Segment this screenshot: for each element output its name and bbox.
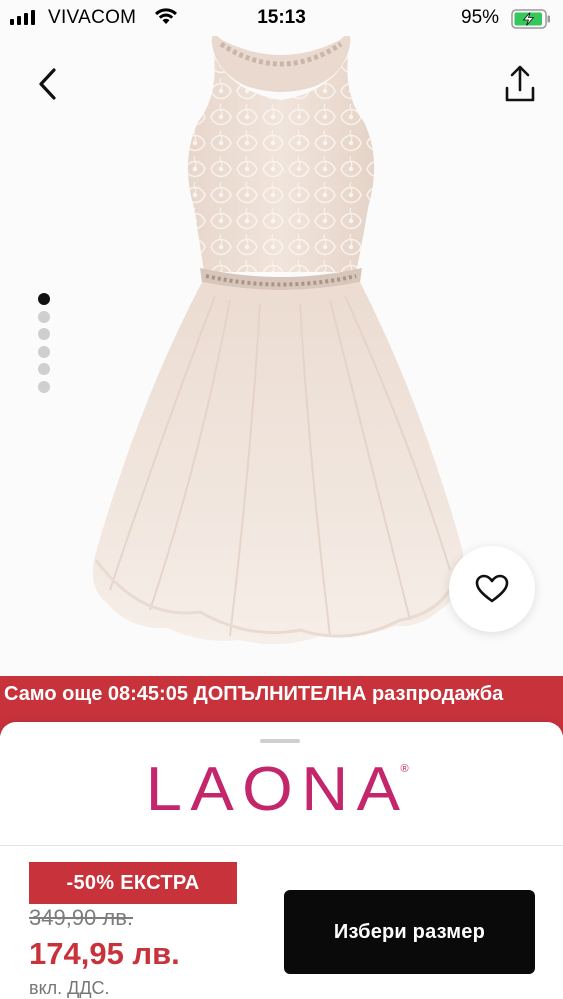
sale-price: 174,95 лв.	[29, 936, 180, 971]
status-bar: VIVACOM 15:13 95%	[0, 0, 563, 36]
share-icon	[505, 65, 535, 102]
wifi-icon	[153, 6, 179, 31]
registered-mark: ®	[400, 763, 409, 775]
back-button[interactable]	[30, 64, 66, 104]
brand-name: LAONA	[146, 754, 409, 824]
pager-dot[interactable]	[38, 380, 50, 393]
vat-note: вкл. ДДС.	[29, 978, 110, 998]
favorite-button[interactable]	[449, 546, 535, 632]
select-size-button[interactable]: Избери размер	[284, 890, 535, 974]
brand-logo[interactable]: LAONA ®	[0, 754, 563, 824]
image-pager[interactable]	[38, 293, 52, 398]
promo-text: Само още 08:45:05 ДОПЪЛНИТЕЛНА разпродаж…	[4, 683, 504, 705]
heart-icon	[475, 574, 509, 603]
carrier-name: VIVACOM	[48, 7, 137, 28]
pager-dot[interactable]	[38, 328, 50, 340]
divider	[0, 845, 563, 846]
share-button[interactable]	[500, 64, 540, 106]
old-price: 349,90 лв.	[29, 905, 134, 930]
battery-charging-icon	[511, 9, 551, 34]
sheet-grabber[interactable]	[260, 739, 300, 743]
battery-percentage: 95%	[461, 7, 500, 28]
pager-dot[interactable]	[38, 345, 50, 358]
product-bottom-sheet: LAONA ® -50% ЕКСТРА 349,90 лв. 174,95 лв…	[0, 722, 563, 999]
pager-dot[interactable]	[38, 363, 50, 375]
chevron-left-icon	[39, 68, 56, 100]
cellular-signal-icon	[10, 10, 35, 25]
pager-dot[interactable]	[38, 293, 50, 305]
pager-dot[interactable]	[38, 310, 50, 323]
discount-badge: -50% ЕКСТРА	[29, 862, 237, 904]
